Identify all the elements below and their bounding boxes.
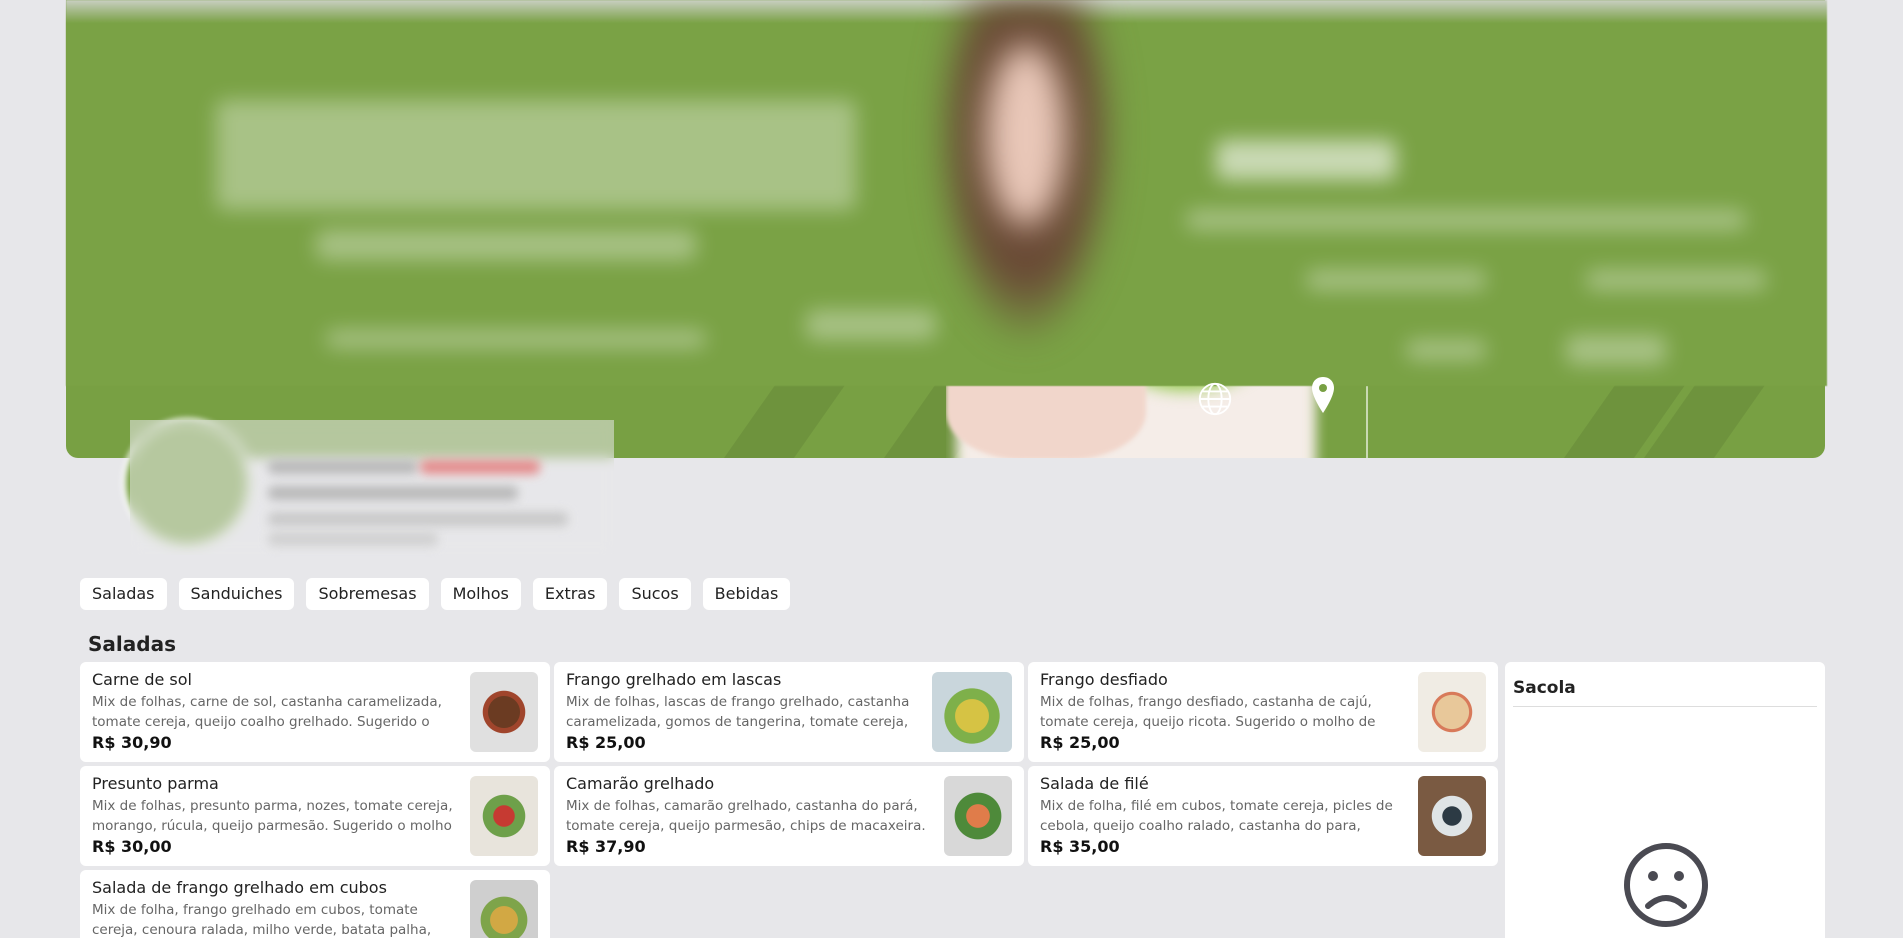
product-name: Carne de sol xyxy=(92,670,192,689)
product-description: Mix de folhas, frango desfiado, castanha… xyxy=(1040,694,1376,730)
product-name: Salada de filé xyxy=(1040,774,1149,793)
product-image xyxy=(944,776,1012,856)
product-image xyxy=(1418,672,1486,752)
tab-bebidas[interactable]: Bebidas xyxy=(702,578,791,610)
globe-icon[interactable] xyxy=(1196,380,1234,418)
product-price: R$ 30,00 xyxy=(92,837,172,856)
product-grid: Carne de sol Mix de folhas, carne de sol… xyxy=(80,662,1498,938)
product-description: Mix de folhas, presunto parma, nozes, to… xyxy=(92,798,453,834)
section-title: Saladas xyxy=(88,632,176,656)
product-price: R$ 35,00 xyxy=(1040,837,1120,856)
banner-blurred-overlay xyxy=(66,0,1827,386)
tab-sobremesas[interactable]: Sobremesas xyxy=(306,578,429,610)
product-description: Mix de folha, frango grelhado em cubos, … xyxy=(92,902,432,938)
product-name: Frango desfiado xyxy=(1040,670,1168,689)
product-card[interactable]: Carne de sol Mix de folhas, carne de sol… xyxy=(80,662,550,762)
product-description: Mix de folhas, camarão grelhado, castanh… xyxy=(566,798,926,834)
tab-sanduiches[interactable]: Sanduiches xyxy=(178,578,295,610)
product-description: Mix de folha, filé em cubos, tomate cere… xyxy=(1040,798,1393,834)
tab-sucos[interactable]: Sucos xyxy=(619,578,691,610)
product-name: Camarão grelhado xyxy=(566,774,715,793)
tab-extras[interactable]: Extras xyxy=(532,578,608,610)
product-image xyxy=(932,672,1012,752)
tab-saladas[interactable]: Saladas xyxy=(80,578,167,610)
product-price: R$ 25,00 xyxy=(566,733,646,752)
product-image xyxy=(470,776,538,856)
product-image xyxy=(1418,776,1486,856)
product-description: Mix de folhas, lascas de frango grelhado… xyxy=(566,694,910,730)
product-card[interactable]: Frango grelhado em lascas Mix de folhas,… xyxy=(554,662,1024,762)
location-pin-icon[interactable] xyxy=(1310,375,1336,415)
product-name: Salada de frango grelhado em cubos xyxy=(92,878,387,897)
store-info-blurred xyxy=(130,420,614,555)
product-name: Frango grelhado em lascas xyxy=(566,670,782,689)
shopping-bag-panel: Sacola xyxy=(1505,662,1825,938)
product-price: R$ 37,90 xyxy=(566,837,646,856)
product-price: R$ 25,00 xyxy=(1040,733,1120,752)
product-card[interactable]: Frango desfiado Mix de folhas, frango de… xyxy=(1028,662,1498,762)
product-image xyxy=(470,880,538,938)
banner-divider xyxy=(1366,386,1368,458)
sad-face-icon xyxy=(1624,843,1708,927)
product-card[interactable]: Salada de filé Mix de folha, filé em cub… xyxy=(1028,766,1498,866)
page: Saladas Sanduiches Sobremesas Molhos Ext… xyxy=(0,0,1903,938)
category-tabs: Saladas Sanduiches Sobremesas Molhos Ext… xyxy=(80,578,791,610)
product-card[interactable]: Presunto parma Mix de folhas, presunto p… xyxy=(80,766,550,866)
tab-molhos[interactable]: Molhos xyxy=(440,578,521,610)
product-name: Presunto parma xyxy=(92,774,219,793)
product-description: Mix de folhas, carne de sol, castanha ca… xyxy=(92,694,442,730)
product-price: R$ 30,90 xyxy=(92,733,172,752)
product-image xyxy=(470,672,538,752)
product-card[interactable]: Salada de frango grelhado em cubos Mix d… xyxy=(80,870,550,938)
product-card[interactable]: Camarão grelhado Mix de folhas, camarão … xyxy=(554,766,1024,866)
bag-divider xyxy=(1513,706,1817,707)
bag-title: Sacola xyxy=(1513,678,1576,698)
